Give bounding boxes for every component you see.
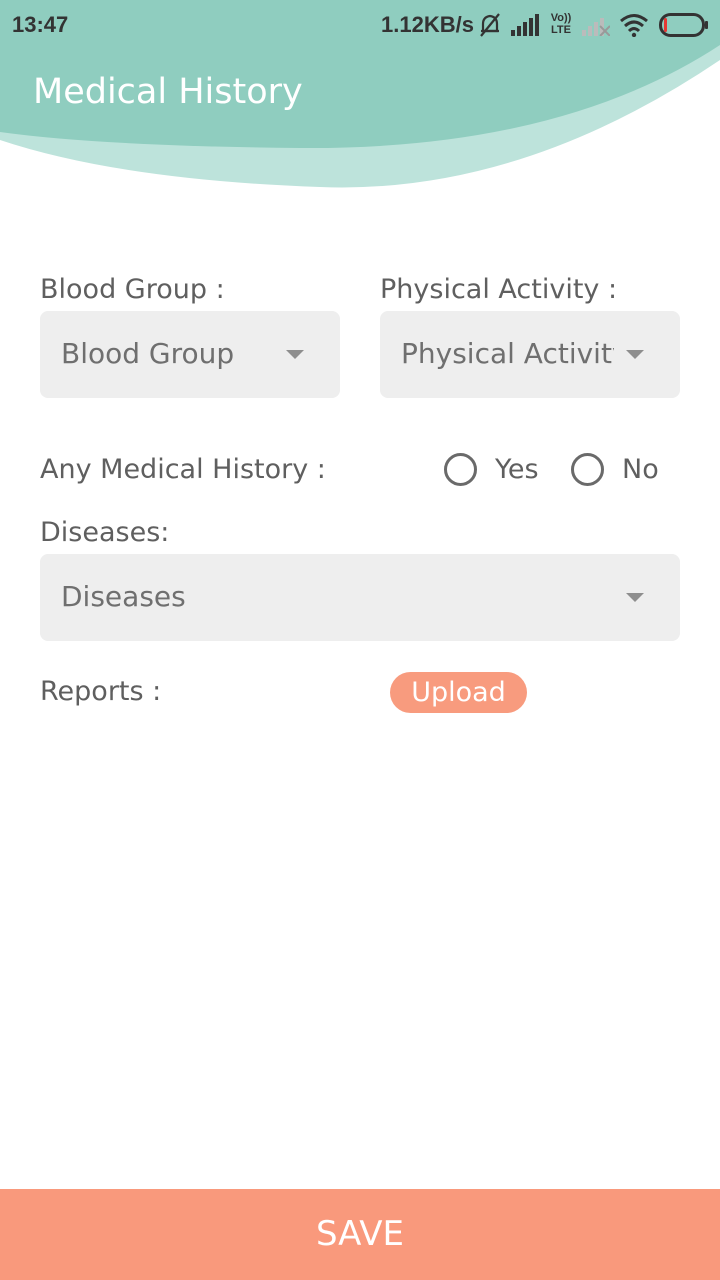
page-title: Medical History: [33, 72, 303, 112]
upload-button[interactable]: Upload: [390, 672, 527, 713]
wifi-icon: [620, 14, 648, 37]
lte-label: LTE: [551, 24, 571, 36]
reports-label: Reports :: [40, 676, 162, 707]
status-bar: 13:47 1.12KB/s Vo)) LTE: [0, 0, 720, 52]
signal-icon: [511, 14, 539, 36]
chevron-down-icon: [286, 350, 304, 359]
blood-group-label: Blood Group :: [40, 274, 225, 305]
medical-history-label: Any Medical History :: [40, 454, 326, 485]
network-speed: 1.12KB/s: [381, 12, 474, 37]
diseases-value: Diseases: [61, 580, 186, 613]
diseases-label: Diseases:: [40, 517, 170, 548]
save-button[interactable]: SAVE: [0, 1189, 720, 1280]
mute-bell-icon: [480, 13, 500, 37]
volte-lte-icon: Vo)) LTE: [548, 12, 574, 36]
blood-group-value: Blood Group: [61, 337, 235, 370]
battery-icon: [659, 13, 708, 37]
signal-weak-icon: [582, 18, 610, 36]
radio-yes[interactable]: [444, 453, 477, 486]
radio-yes-label[interactable]: Yes: [495, 454, 539, 485]
chevron-down-icon: [626, 593, 644, 602]
physical-activity-select[interactable]: Physical Activity: [380, 311, 680, 398]
volte-label: Vo)): [550, 12, 572, 24]
radio-no[interactable]: [571, 453, 604, 486]
physical-activity-value: Physical Activity: [401, 337, 614, 370]
physical-activity-label: Physical Activity :: [380, 274, 618, 305]
status-time: 13:47: [12, 12, 69, 37]
diseases-select[interactable]: Diseases: [40, 554, 680, 641]
radio-no-label[interactable]: No: [622, 454, 659, 485]
chevron-down-icon: [626, 350, 644, 359]
blood-group-select[interactable]: Blood Group: [40, 311, 340, 398]
